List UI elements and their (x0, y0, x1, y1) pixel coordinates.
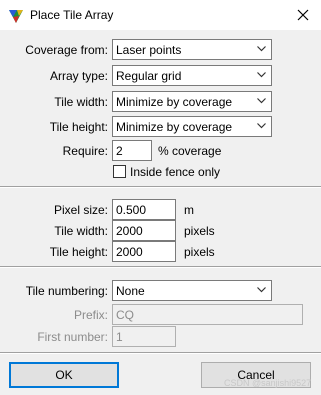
array-type-value: Regular grid (116, 69, 182, 83)
first-number-value: 1 (116, 330, 123, 344)
pixel-tile-height-label: Tile height: (49, 245, 108, 259)
close-icon (297, 9, 309, 21)
array-type-select[interactable]: Regular grid (112, 65, 272, 86)
prefix-label: Prefix: (73, 308, 108, 322)
require-unit: % coverage (158, 144, 222, 158)
first-number-input[interactable]: 1 (112, 326, 176, 347)
coverage-from-value: Laser points (116, 43, 182, 57)
tile-numbering-select[interactable]: None (112, 280, 272, 301)
pixel-tile-height-unit: pixels (184, 245, 215, 259)
divider (0, 186, 321, 188)
tile-height-value: Minimize by coverage (116, 120, 233, 134)
pixel-size-value: 0.500 (116, 203, 147, 217)
chevron-down-icon (257, 72, 266, 78)
close-button[interactable] (291, 4, 315, 26)
tile-width-select[interactable]: Minimize by coverage (112, 91, 272, 112)
chevron-down-icon (257, 46, 266, 52)
inside-fence-label[interactable]: Inside fence only (130, 165, 220, 179)
tile-width-value: Minimize by coverage (116, 95, 233, 109)
prefix-value: CQ (116, 308, 134, 322)
chevron-down-icon (257, 287, 266, 293)
coverage-from-label: Coverage from: (25, 43, 108, 57)
tile-height-select[interactable]: Minimize by coverage (112, 116, 272, 137)
chevron-down-icon (257, 123, 266, 129)
pixel-tile-width-input[interactable]: 2000 (112, 220, 176, 241)
title-bar: Place Tile Array (0, 0, 321, 30)
tile-width-label: Tile width: (54, 95, 108, 109)
divider (0, 266, 321, 268)
pixel-size-label: Pixel size: (53, 203, 108, 217)
pixel-size-input[interactable]: 0.500 (112, 199, 176, 220)
tile-numbering-label: Tile numbering: (25, 284, 108, 298)
pixel-tile-width-unit: pixels (184, 224, 215, 238)
pixel-tile-height-value: 2000 (116, 245, 143, 259)
first-number-label: First number: (37, 330, 108, 344)
divider (0, 352, 321, 354)
pixel-tile-width-label: Tile width: (54, 224, 108, 238)
coverage-from-select[interactable]: Laser points (112, 39, 272, 60)
ok-button[interactable]: OK (9, 362, 119, 388)
tile-height-label: Tile height: (49, 120, 108, 134)
require-label: Require: (62, 144, 108, 158)
pixel-size-unit: m (184, 203, 194, 217)
inside-fence-checkbox[interactable] (113, 165, 126, 178)
watermark: CSDN @sanjishi9527 (224, 378, 312, 388)
app-logo-icon (9, 10, 23, 23)
pixel-tile-width-value: 2000 (116, 224, 143, 238)
chevron-down-icon (257, 98, 266, 104)
dialog-title: Place Tile Array (30, 8, 114, 22)
require-value: 2 (116, 144, 123, 158)
array-type-label: Array type: (49, 69, 108, 83)
prefix-input[interactable]: CQ (112, 304, 303, 325)
tile-numbering-value: None (116, 284, 145, 298)
require-input[interactable]: 2 (112, 140, 152, 161)
pixel-tile-height-input[interactable]: 2000 (112, 241, 176, 262)
